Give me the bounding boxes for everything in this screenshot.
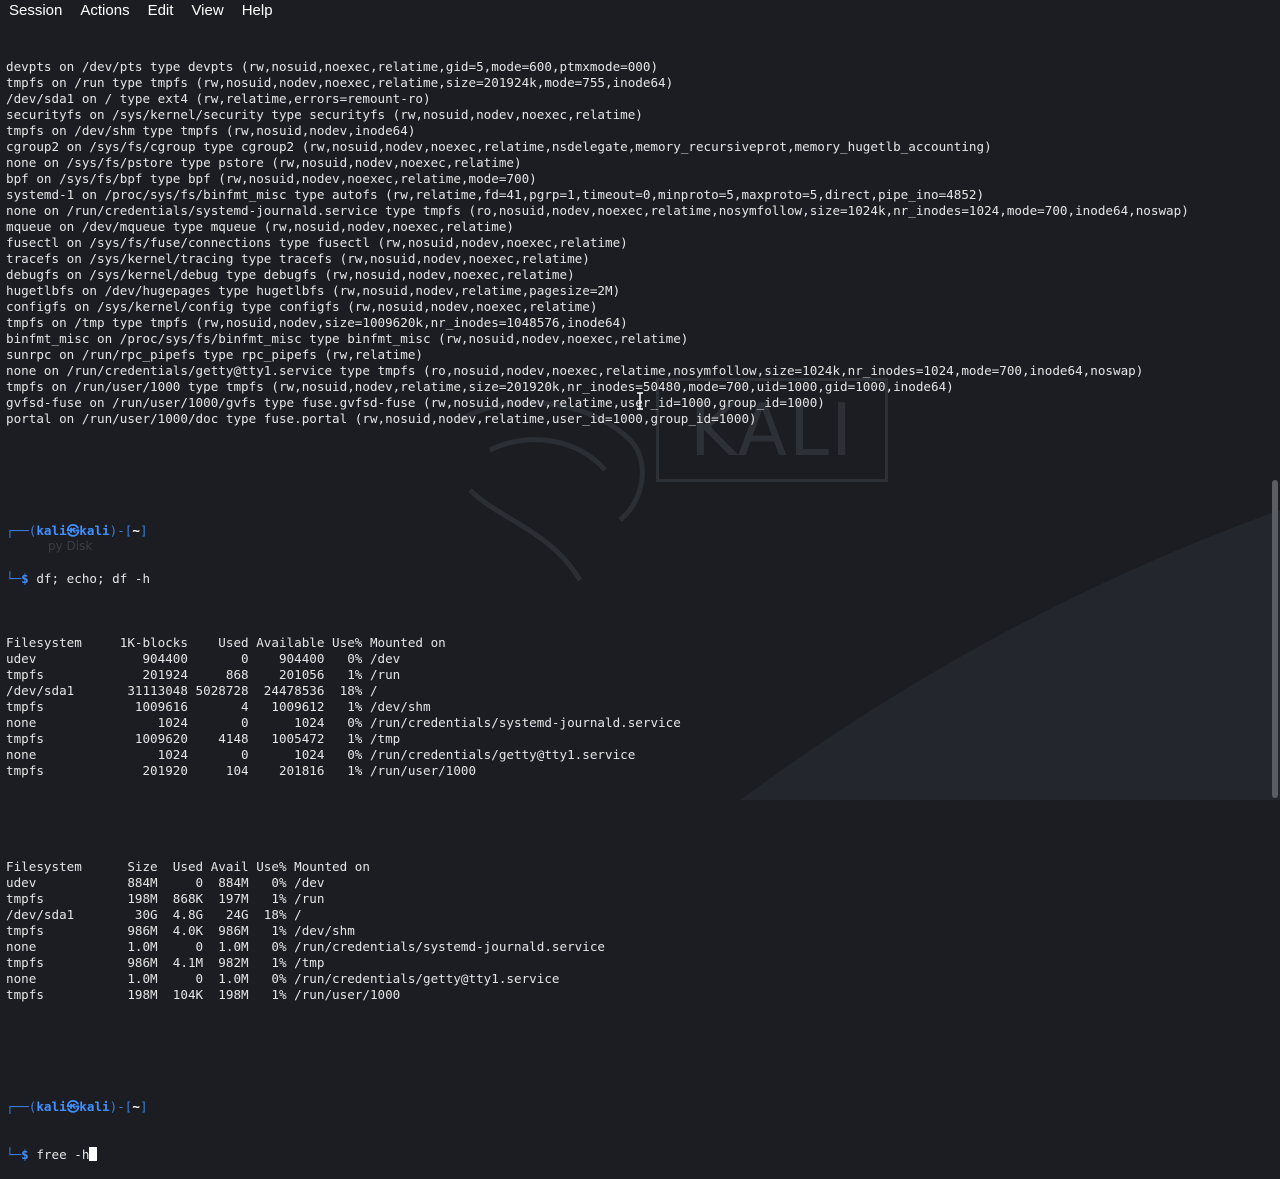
mount-line: fusectl on /sys/fs/fuse/connections type… bbox=[6, 235, 628, 250]
mount-line: devpts on /dev/pts type devpts (rw,nosui… bbox=[6, 59, 659, 74]
mount-line: portal on /run/user/1000/doc type fuse.p… bbox=[6, 411, 757, 426]
mount-line: none on /run/credentials/getty@tty1.serv… bbox=[6, 363, 1144, 378]
mount-line: tmpfs on /tmp type tmpfs (rw,nosuid,node… bbox=[6, 315, 628, 330]
df-line: tmpfs 201920 104 201816 1% /run/user/100… bbox=[6, 763, 477, 778]
menu-session[interactable]: Session bbox=[0, 0, 71, 22]
df-line: tmpfs 1009616 4 1009612 1% /dev/shm bbox=[6, 699, 431, 714]
df-line: udev 904400 0 904400 0% /dev bbox=[6, 651, 401, 666]
prompt-dir: ~ bbox=[132, 1099, 140, 1114]
mount-line: tmpfs on /run type tmpfs (rw,nosuid,node… bbox=[6, 75, 674, 90]
mount-line: binfmt_misc on /proc/sys/fs/binfmt_misc … bbox=[6, 331, 689, 346]
prompt-line-bottom: └─$ df; echo; df -h bbox=[6, 571, 151, 586]
text-cursor bbox=[89, 1147, 98, 1161]
menu-actions[interactable]: Actions bbox=[71, 0, 138, 22]
mount-line: hugetlbfs on /dev/hugepages type hugetlb… bbox=[6, 283, 621, 298]
mount-line: securityfs on /sys/kernel/security type … bbox=[6, 107, 643, 122]
mount-line: configfs on /sys/kernel/config type conf… bbox=[6, 299, 598, 314]
menu-help[interactable]: Help bbox=[233, 0, 282, 22]
df-h-line: none 1.0M 0 1.0M 0% /run/credentials/get… bbox=[6, 971, 560, 986]
menu-view[interactable]: View bbox=[182, 0, 232, 22]
mount-line: mqueue on /dev/mqueue type mqueue (rw,no… bbox=[6, 219, 514, 234]
df-h-line: udev 884M 0 884M 0% /dev bbox=[6, 875, 325, 890]
mount-line: sunrpc on /run/rpc_pipefs type rpc_pipef… bbox=[6, 347, 424, 362]
df-h-output: Filesystem Size Used Avail Use% Mounted … bbox=[6, 859, 1266, 1003]
mount-line: bpf on /sys/fs/bpf type bpf (rw,nosuid,n… bbox=[6, 171, 537, 186]
mount-line: debugfs on /sys/kernel/debug type debugf… bbox=[6, 267, 575, 282]
df-h-line: Filesystem Size Used Avail Use% Mounted … bbox=[6, 859, 370, 874]
mount-line: /dev/sda1 on / type ext4 (rw,relatime,er… bbox=[6, 91, 431, 106]
mount-line: tmpfs on /dev/shm type tmpfs (rw,nosuid,… bbox=[6, 123, 416, 138]
menubar: Session Actions Edit View Help bbox=[0, 0, 1280, 22]
df-line: Filesystem 1K-blocks Used Available Use%… bbox=[6, 635, 446, 650]
prompt-host: kali bbox=[79, 523, 110, 538]
mount-output: devpts on /dev/pts type devpts (rw,nosui… bbox=[6, 59, 1266, 427]
df-h-line: tmpfs 986M 4.0K 986M 1% /dev/shm bbox=[6, 923, 355, 938]
terminal-output[interactable]: devpts on /dev/pts type devpts (rw,nosui… bbox=[6, 27, 1266, 1179]
df-line: none 1024 0 1024 0% /run/credentials/sys… bbox=[6, 715, 681, 730]
terminal-scrollbar[interactable] bbox=[1272, 480, 1278, 798]
df-line: tmpfs 201924 868 201056 1% /run bbox=[6, 667, 401, 682]
df-h-line: tmpfs 198M 868K 197M 1% /run bbox=[6, 891, 325, 906]
mount-line: none on /sys/fs/pstore type pstore (rw,n… bbox=[6, 155, 522, 170]
prompt-host: kali bbox=[79, 1099, 110, 1114]
mount-line: systemd-1 on /proc/sys/fs/binfmt_misc ty… bbox=[6, 187, 985, 202]
prompt-line-top: ┌──(kali㉿kali)-[~] bbox=[6, 523, 148, 538]
df-h-line: tmpfs 198M 104K 198M 1% /run/user/1000 bbox=[6, 987, 401, 1002]
mount-line: none on /run/credentials/systemd-journal… bbox=[6, 203, 1189, 218]
command-input[interactable]: free -h bbox=[36, 1147, 89, 1162]
df-line: tmpfs 1009620 4148 1005472 1% /tmp bbox=[6, 731, 401, 746]
prompt-dir: ~ bbox=[132, 523, 140, 538]
menu-edit[interactable]: Edit bbox=[139, 0, 183, 22]
prompt-user: kali bbox=[36, 523, 67, 538]
df-h-line: /dev/sda1 30G 4.8G 24G 18% / bbox=[6, 907, 302, 922]
prompt-user: kali bbox=[36, 1099, 67, 1114]
prompt-line-bottom: └─$ free -h bbox=[6, 1147, 1266, 1163]
mount-line: cgroup2 on /sys/fs/cgroup type cgroup2 (… bbox=[6, 139, 992, 154]
command-text: df; echo; df -h bbox=[36, 571, 151, 586]
ibeam-cursor-icon bbox=[637, 392, 643, 410]
df-h-line: tmpfs 986M 4.1M 982M 1% /tmp bbox=[6, 955, 325, 970]
mount-line: tracefs on /sys/kernel/tracing type trac… bbox=[6, 251, 590, 266]
prompt-line-top: ┌──(kali㉿kali)-[~] bbox=[6, 1099, 148, 1114]
df-h-line: none 1.0M 0 1.0M 0% /run/credentials/sys… bbox=[6, 939, 605, 954]
df-line: /dev/sda1 31113048 5028728 24478536 18% … bbox=[6, 683, 378, 698]
df-output: Filesystem 1K-blocks Used Available Use%… bbox=[6, 635, 1266, 779]
df-line: none 1024 0 1024 0% /run/credentials/get… bbox=[6, 747, 636, 762]
